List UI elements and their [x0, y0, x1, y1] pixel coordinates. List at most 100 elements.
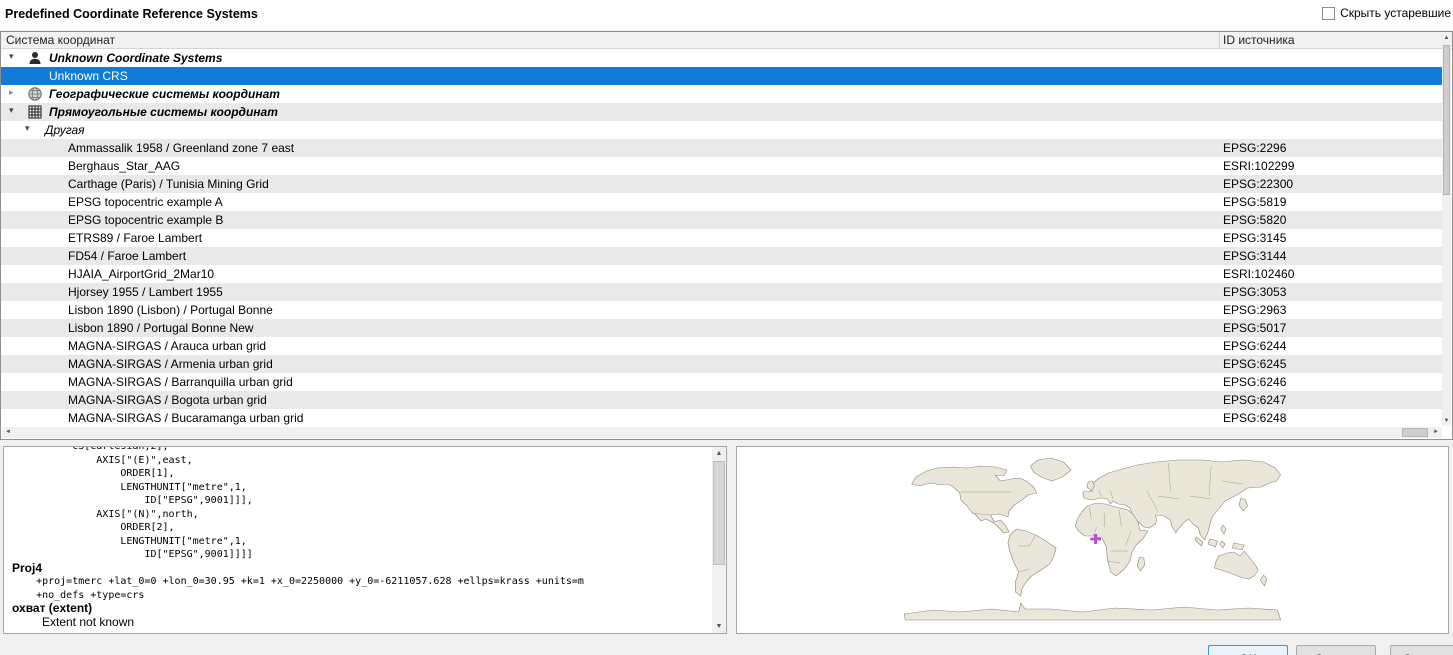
- crs-dialog: Predefined Coordinate Reference Systems …: [0, 0, 1453, 655]
- grid-icon: [27, 104, 43, 120]
- table-row[interactable]: Ammassalik 1958 / Greenland zone 7 east E…: [1, 139, 1442, 157]
- scroll-left-icon[interactable]: ◄: [2, 427, 14, 438]
- hide-deprecated-checkbox[interactable]: Скрыть устаревшие: [1322, 6, 1451, 20]
- scroll-right-icon[interactable]: ►: [1430, 427, 1442, 438]
- wkt-scroll-down-icon[interactable]: ▼: [712, 620, 726, 633]
- column-header-source-id[interactable]: ID источника: [1223, 33, 1295, 47]
- table-row[interactable]: Lisbon 1890 (Lisbon) / Portugal Bonne EPS…: [1, 301, 1442, 319]
- world-map: [903, 457, 1281, 621]
- greenland-shape: [1030, 457, 1072, 482]
- australia-shape: [1214, 550, 1259, 580]
- table-row[interactable]: EPSG topocentric example A EPSG:5819: [1, 193, 1442, 211]
- map-panel: [736, 446, 1449, 634]
- crs-source-id: EPSG:6245: [1223, 357, 1287, 371]
- crs-source-id: ESRI:102460: [1223, 267, 1295, 281]
- crs-source-id: EPSG:3053: [1223, 285, 1287, 299]
- table-row[interactable]: MAGNA-SIRGAS / Bogota urban grid EPSG:624…: [1, 391, 1442, 409]
- crs-name: Прямоугольные системы координат: [49, 105, 278, 119]
- table-row[interactable]: Lisbon 1890 / Portugal Bonne New EPSG:501…: [1, 319, 1442, 337]
- vertical-scrollbar[interactable]: ▲ ▼: [1442, 33, 1451, 426]
- table-row[interactable]: ▾ Прямоугольные системы координат: [1, 103, 1442, 121]
- crs-name: MAGNA-SIRGAS / Bogota urban grid: [68, 393, 267, 407]
- wkt-text-line: LENGTHUNIT["metre",1,: [12, 481, 247, 493]
- table-row[interactable]: ▾ Другая: [1, 121, 1442, 139]
- crs-table: Система координат ID источника ▾ Unknown …: [0, 31, 1453, 440]
- table-row[interactable]: Carthage (Paris) / Tunisia Mining Grid EP…: [1, 175, 1442, 193]
- table-row[interactable]: MAGNA-SIRGAS / Armenia urban grid EPSG:62…: [1, 355, 1442, 373]
- help-button[interactable]: Справка: [1390, 645, 1453, 655]
- table-row[interactable]: HJAIA_AirportGrid_2Mar10 ESRI:102460: [1, 265, 1442, 283]
- table-row[interactable]: Hjorsey 1955 / Lambert 1955 EPSG:3053: [1, 283, 1442, 301]
- table-row[interactable]: MAGNA-SIRGAS / Arauca urban grid EPSG:624…: [1, 337, 1442, 355]
- table-row[interactable]: MAGNA-SIRGAS / Bucaramanga urban grid EPS…: [1, 409, 1442, 427]
- vertical-scrollbar-thumb[interactable]: [1443, 45, 1450, 195]
- globe-icon: [27, 86, 43, 102]
- wkt-panel: CS[Cartesian,2], AXIS["(E)",east, ORDER[…: [3, 446, 727, 634]
- wkt-text-line: AXIS["(E)",east,: [12, 454, 193, 466]
- borneo-shape: [1207, 538, 1218, 548]
- wkt-text-line: ID["EPSG",9001]]],: [12, 495, 253, 506]
- crs-name: Carthage (Paris) / Tunisia Mining Grid: [68, 177, 269, 191]
- checkbox-icon[interactable]: [1322, 6, 1336, 20]
- wkt-vertical-scrollbar[interactable]: ▲ ▼: [712, 447, 726, 633]
- crs-source-id: EPSG:6246: [1223, 375, 1287, 389]
- ok-button[interactable]: OK: [1208, 645, 1288, 655]
- hide-deprecated-label: Скрыть устаревшие: [1340, 6, 1451, 20]
- horizontal-scrollbar-thumb[interactable]: [1402, 428, 1428, 437]
- crs-name: HJAIA_AirportGrid_2Mar10: [68, 267, 215, 281]
- table-row[interactable]: MAGNA-SIRGAS / Barranquilla urban grid EP…: [1, 373, 1442, 391]
- crs-name: Hjorsey 1955 / Lambert 1955: [68, 285, 223, 299]
- wkt-text-line: ID["EPSG",9001]]]]: [12, 549, 253, 560]
- sumatra-shape: [1194, 536, 1203, 547]
- crs-name: Berghaus_Star_AAG: [68, 159, 181, 173]
- crs-name: MAGNA-SIRGAS / Armenia urban grid: [68, 357, 273, 371]
- wkt-content: CS[Cartesian,2], AXIS["(E)",east, ORDER[…: [12, 446, 710, 633]
- chevron-down-icon[interactable]: ▾: [9, 51, 14, 62]
- wkt-text-line: ORDER[1],: [12, 468, 175, 479]
- crs-name: MAGNA-SIRGAS / Bucaramanga urban grid: [68, 411, 304, 425]
- chevron-right-icon[interactable]: ▸: [9, 87, 14, 98]
- table-row[interactable]: ▸ Географические системы координат: [1, 85, 1442, 103]
- chevron-down-icon[interactable]: ▾: [25, 123, 30, 134]
- crs-source-id: EPSG:5017: [1223, 321, 1287, 335]
- crs-name: Lisbon 1890 (Lisbon) / Portugal Bonne: [68, 303, 273, 317]
- south-america-shape: [1007, 528, 1057, 597]
- table-row[interactable]: EPSG topocentric example B EPSG:5820: [1, 211, 1442, 229]
- wkt-text-line: CS[Cartesian,2],: [12, 446, 169, 452]
- crs-name: EPSG topocentric example A: [68, 195, 223, 209]
- new-zealand-shape: [1260, 574, 1268, 587]
- crs-name: FD54 / Faroe Lambert: [68, 249, 187, 263]
- wkt-text-line: +no_defs +type=crs: [12, 589, 145, 601]
- crs-name: Географические системы координат: [49, 87, 280, 101]
- wkt-scrollbar-thumb[interactable]: [713, 461, 725, 565]
- crs-source-id: EPSG:6248: [1223, 411, 1287, 425]
- madagascar-shape: [1137, 556, 1146, 572]
- table-row[interactable]: FD54 / Faroe Lambert EPSG:3144: [1, 247, 1442, 265]
- crs-source-id: EPSG:2963: [1223, 303, 1287, 317]
- crs-source-id: EPSG:6247: [1223, 393, 1287, 407]
- horizontal-scrollbar[interactable]: ◄ ►: [2, 427, 1442, 438]
- wkt-text-line: +proj=tmerc +lat_0=0 +lon_0=30.95 +k=1 +…: [12, 576, 584, 587]
- chevron-down-icon[interactable]: ▾: [9, 105, 14, 116]
- wkt-section-heading: Proj4: [12, 560, 43, 575]
- scroll-up-icon[interactable]: ▲: [1442, 33, 1451, 43]
- table-row[interactable]: ETRS89 / Faroe Lambert EPSG:3145: [1, 229, 1442, 247]
- dialog-header: Predefined Coordinate Reference Systems …: [0, 0, 1453, 30]
- page-title: Predefined Coordinate Reference Systems: [5, 7, 258, 21]
- sulawesi-shape: [1219, 540, 1226, 549]
- north-america-shape: [911, 465, 1038, 534]
- column-header-crs[interactable]: Система координат: [6, 33, 115, 47]
- crs-name: Unknown CRS: [49, 69, 128, 83]
- column-divider[interactable]: [1219, 32, 1220, 49]
- table-row[interactable]: Unknown CRS: [1, 67, 1442, 85]
- cancel-button[interactable]: Отмена: [1296, 645, 1376, 655]
- wkt-scroll-up-icon[interactable]: ▲: [712, 447, 726, 460]
- table-row[interactable]: ▾ Unknown Coordinate Systems: [1, 49, 1442, 67]
- wkt-section-heading: охват (extent): [12, 601, 93, 615]
- table-row[interactable]: Berghaus_Star_AAG ESRI:102299: [1, 157, 1442, 175]
- wkt-text-line: ORDER[2],: [12, 522, 175, 533]
- scroll-down-icon[interactable]: ▼: [1442, 416, 1451, 426]
- wkt-text-line: Extent not known: [42, 614, 135, 629]
- crs-source-id: EPSG:5819: [1223, 195, 1287, 209]
- crs-source-id: EPSG:3145: [1223, 231, 1287, 245]
